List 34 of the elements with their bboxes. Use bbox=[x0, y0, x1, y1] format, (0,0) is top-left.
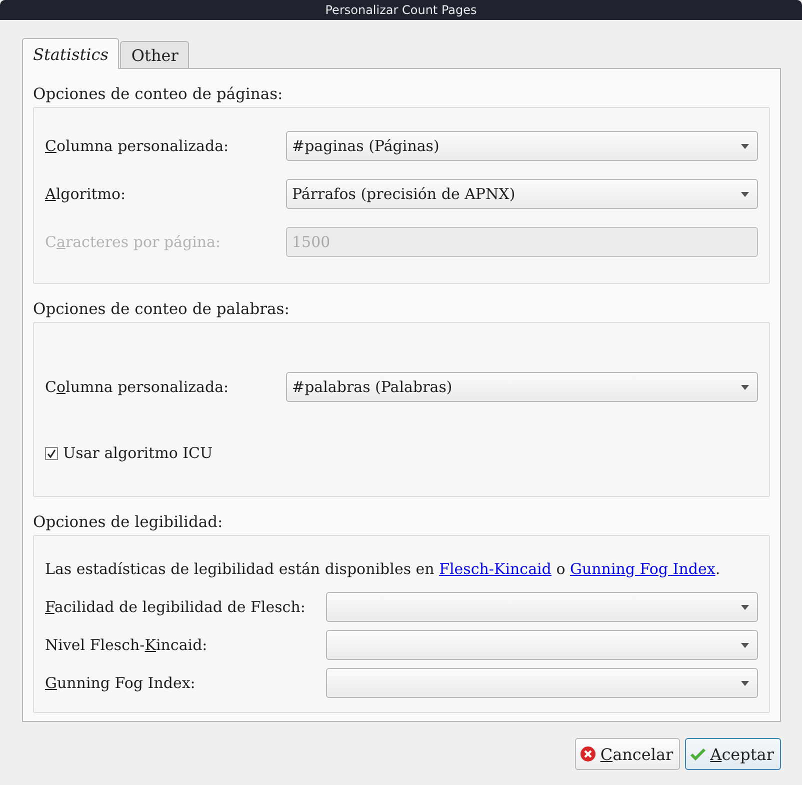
tab[interactable]: Statistics bbox=[22, 38, 120, 69]
dropdown[interactable]: #paginas (Páginas) bbox=[286, 131, 758, 161]
field-label: Algoritmo: bbox=[45, 185, 127, 203]
dropdown-arrow-icon bbox=[741, 144, 749, 148]
section-heading: Opciones de conteo de palabras: bbox=[33, 300, 290, 318]
dropdown-arrow-icon bbox=[741, 192, 749, 196]
section-heading: Opciones de conteo de páginas: bbox=[33, 85, 283, 103]
dropdown-arrow-icon bbox=[741, 384, 749, 390]
dropdown-arrow-icon bbox=[741, 642, 749, 648]
field-label: Gunning Fog Index: bbox=[45, 674, 196, 692]
dropdown[interactable]: #palabras (Palabras) bbox=[286, 372, 758, 402]
field-label: Caracteres por página: bbox=[45, 233, 222, 251]
dropdown[interactable]: Párrafos (precisión de APNX) bbox=[286, 179, 758, 209]
dropdown-arrow-icon bbox=[741, 680, 749, 686]
cancel-icon bbox=[580, 746, 596, 762]
dropdown[interactable] bbox=[326, 592, 758, 622]
field-label: Facilidad de legibilidad de Flesch: bbox=[45, 598, 306, 616]
dropdown-arrow-icon bbox=[741, 604, 749, 610]
dropdown[interactable] bbox=[326, 630, 758, 660]
field-label: Columna personalizada: bbox=[45, 378, 230, 396]
checkmark-icon bbox=[690, 746, 706, 762]
link[interactable]: Flesch-Kincaid bbox=[439, 560, 552, 578]
accept-button[interactable]: Aceptar bbox=[685, 738, 781, 770]
field-label: Columna personalizada: bbox=[45, 137, 230, 155]
window-title: Personalizar Count Pages bbox=[0, 0, 802, 20]
info-text: Las estadísticas de legibilidad están disponibles en Flesch-Kincaid o Gunning Fog Index. bbox=[45, 560, 720, 578]
checkbox-label[interactable]: Usar algoritmo ICU bbox=[63, 444, 213, 462]
cancel-button[interactable]: Cancelar bbox=[575, 738, 680, 770]
link[interactable]: Gunning Fog Index bbox=[570, 560, 716, 578]
dropdown[interactable] bbox=[326, 668, 758, 698]
field-label: Nivel Flesch-Kincaid: bbox=[45, 636, 208, 654]
tab[interactable]: Other bbox=[120, 41, 190, 68]
checkbox[interactable] bbox=[45, 446, 58, 460]
section-heading: Opciones de legibilidad: bbox=[33, 513, 223, 531]
